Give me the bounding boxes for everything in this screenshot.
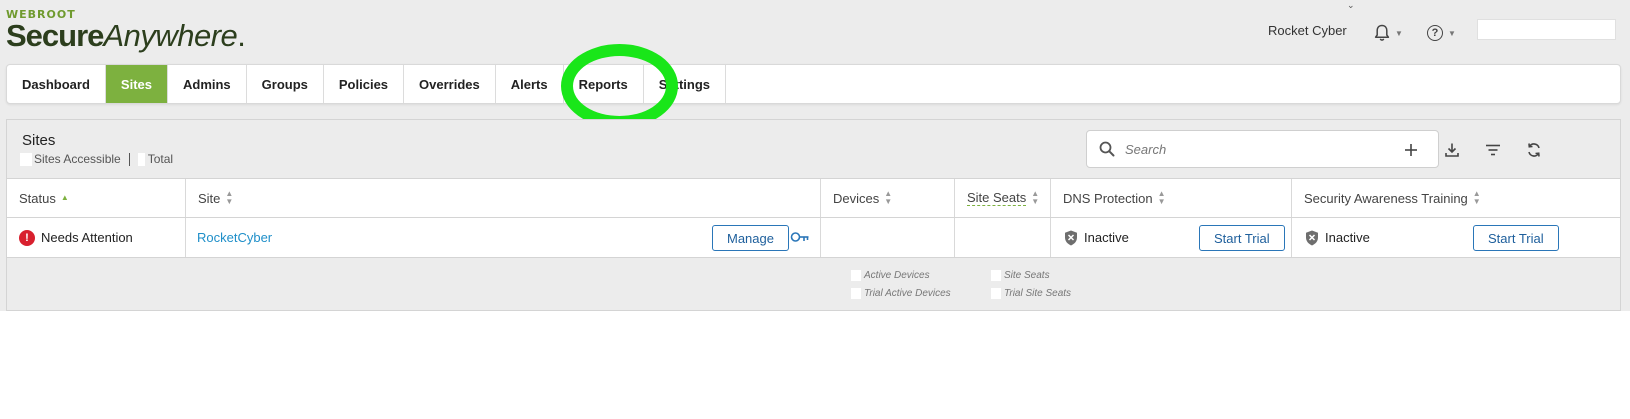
tab-policies[interactable]: Policies [324, 65, 405, 103]
legend-label: Trial Active Devices [864, 288, 951, 299]
shield-icon [1305, 230, 1319, 246]
sat-status-text: Inactive [1325, 230, 1370, 245]
webroot-logo: WEBROOT SecureAnywhere. [6, 9, 246, 53]
column-header-security-awareness[interactable]: Security Awareness Training ▲ ▼ [1292, 179, 1620, 217]
help-menu[interactable]: ? ▼ [1427, 22, 1463, 44]
sites-panel: Sites Sites Accessible Total Search Stat… [6, 119, 1621, 311]
legend-swatch [851, 270, 861, 281]
sort-icon: ▲ ▼ [1031, 189, 1040, 206]
shield-icon [1064, 230, 1078, 246]
main-nav: Dashboard Sites Admins Groups Policies O… [6, 64, 1621, 104]
column-header-devices[interactable]: Devices ▲ ▼ [821, 179, 955, 217]
download-button[interactable] [1439, 137, 1465, 163]
dns-start-trial-button[interactable]: Start Trial [1199, 225, 1285, 251]
user-menu-box[interactable] [1477, 19, 1616, 40]
tab-reports[interactable]: Reports [564, 65, 644, 103]
security-awareness-cell: Inactive Start Trial [1292, 218, 1620, 257]
panel-title: Sites [22, 132, 56, 149]
filter-button[interactable] [1480, 137, 1506, 163]
sat-start-trial-button[interactable]: Start Trial [1473, 225, 1559, 251]
legend-label: Active Devices [864, 270, 930, 281]
filter-icon [1485, 143, 1501, 157]
notifications-menu[interactable]: ▼ [1374, 22, 1404, 44]
status-text: Needs Attention [41, 230, 133, 245]
column-header-site[interactable]: Site ▲ ▼ [186, 179, 821, 217]
header-band: WEBROOT SecureAnywhere. ⌄ Rocket Cyber ▼… [0, 0, 1630, 311]
logo-main-text: SecureAnywhere. [6, 18, 246, 53]
site-seats-cell [955, 218, 1051, 257]
manage-button[interactable]: Manage [712, 225, 789, 251]
column-header-status[interactable]: Status ▲ [7, 179, 186, 217]
column-header-site-seats[interactable]: Site Seats ▲ ▼ [955, 179, 1051, 217]
tab-groups[interactable]: Groups [247, 65, 324, 103]
tab-settings[interactable]: Settings [644, 65, 727, 103]
logo-light: Anywhere [103, 18, 238, 53]
logo-bold: Secure [6, 18, 104, 53]
refresh-button[interactable] [1521, 137, 1547, 163]
legend-swatch [851, 288, 861, 299]
sort-asc-icon: ▲ [60, 193, 69, 202]
devices-cell [821, 218, 955, 257]
column-label: Status [19, 190, 56, 206]
divider [128, 152, 130, 166]
legend-trial-site-seats: Trial Site Seats [991, 288, 1071, 299]
key-icon[interactable] [790, 230, 810, 244]
tab-dashboard[interactable]: Dashboard [7, 65, 106, 103]
sort-icon: ▲ ▼ [1157, 189, 1166, 206]
account-name[interactable]: Rocket Cyber [1268, 23, 1347, 38]
sites-accessible-count [20, 152, 32, 166]
column-label: Site [198, 190, 221, 206]
bell-icon [1374, 24, 1390, 42]
legend-active-devices: Active Devices [851, 270, 930, 281]
column-label: Security Awareness Training [1304, 190, 1468, 206]
legend-label: Site Seats [1004, 270, 1050, 281]
table-header: Status ▲ Site ▲ ▼ Devices ▲ ▼ Site Seats ▲ ▼ DN… [7, 178, 1620, 218]
sites-total-label: Total [147, 152, 174, 166]
search-input[interactable] [1125, 141, 1415, 157]
search-box [1086, 130, 1439, 168]
table-row: ! Needs Attention RocketCyber Manage Ina… [7, 218, 1620, 258]
status-cell: ! Needs Attention [7, 218, 186, 257]
logo-tm: . [237, 18, 246, 53]
legend-trial-active-devices: Trial Active Devices [851, 288, 951, 299]
sort-icon: ▲ ▼ [884, 189, 893, 206]
column-label: Site Seats [967, 190, 1027, 206]
tab-sites[interactable]: Sites [105, 65, 168, 103]
plus-icon [1404, 143, 1418, 157]
search-icon [1099, 141, 1115, 157]
legend-swatch [991, 270, 1001, 281]
tab-alerts[interactable]: Alerts [496, 65, 564, 103]
chevron-down-icon[interactable]: ⌄ [1347, 0, 1355, 11]
site-cell: RocketCyber Manage [186, 218, 821, 257]
add-site-button[interactable] [1398, 137, 1424, 163]
column-header-dns-protection[interactable]: DNS Protection ▲ ▼ [1051, 179, 1292, 217]
sort-icon: ▲ ▼ [225, 189, 234, 206]
tab-admins[interactable]: Admins [168, 65, 247, 103]
sites-accessible-label: Sites Accessible [34, 152, 121, 166]
site-link[interactable]: RocketCyber [197, 230, 272, 245]
refresh-icon [1526, 142, 1542, 158]
help-icon: ? [1427, 25, 1443, 41]
alert-icon: ! [19, 229, 35, 246]
sites-summary: Sites Accessible Total [20, 152, 173, 166]
legend-swatch [991, 288, 1001, 299]
dns-status-text: Inactive [1084, 230, 1129, 245]
sort-icon: ▲ ▼ [1472, 189, 1481, 206]
legend-label: Trial Site Seats [1004, 288, 1072, 299]
legend-site-seats: Site Seats [991, 270, 1050, 281]
chevron-down-icon: ▼ [1395, 28, 1403, 38]
column-label: DNS Protection [1063, 190, 1153, 206]
dns-protection-cell: Inactive Start Trial [1051, 218, 1292, 257]
column-label: Devices [833, 190, 880, 206]
tab-overrides[interactable]: Overrides [404, 65, 496, 103]
download-icon [1444, 142, 1460, 158]
chevron-down-icon: ▼ [1448, 28, 1456, 38]
sites-total-count [137, 152, 145, 166]
